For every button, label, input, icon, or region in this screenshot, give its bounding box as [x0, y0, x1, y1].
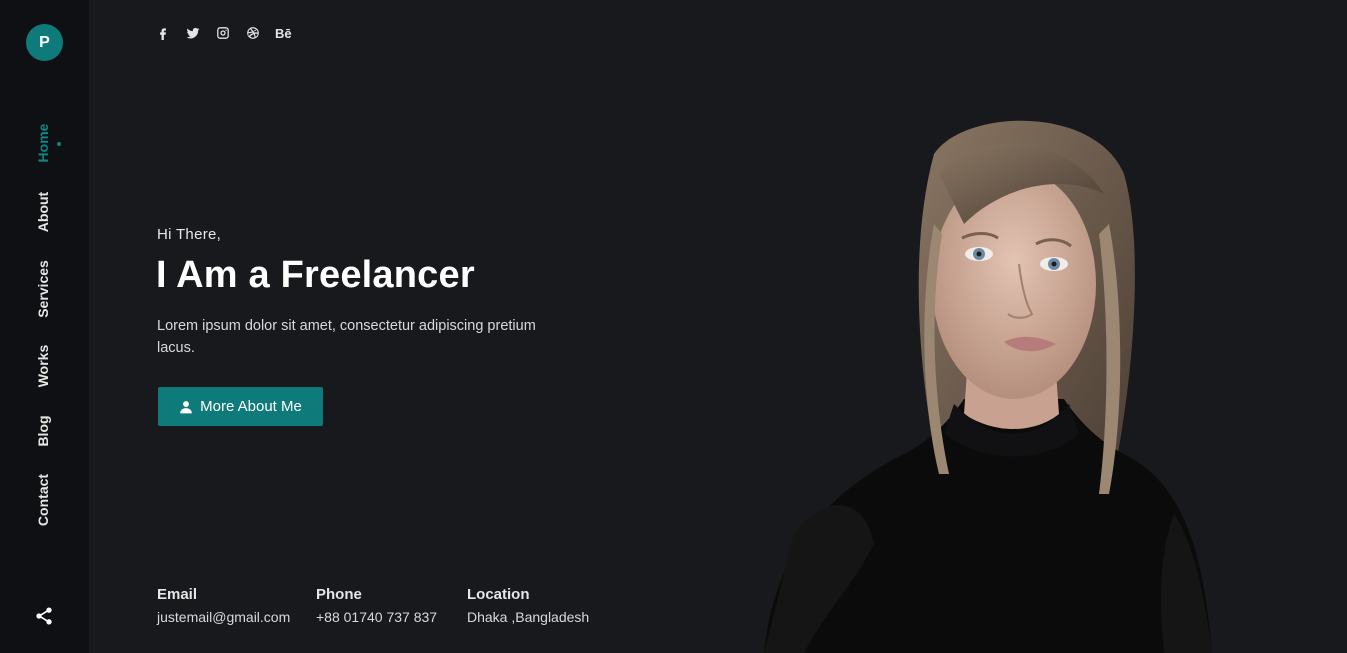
nav-item-home[interactable]: Home — [35, 124, 51, 163]
active-indicator-dot — [57, 142, 61, 146]
phone-value: +88 01740 737 837 — [316, 609, 438, 625]
behance-icon[interactable]: Bē — [275, 25, 292, 41]
hero-description: Lorem ipsum dolor sit amet, consectetur … — [157, 318, 536, 356]
user-icon — [180, 400, 192, 413]
more-about-me-button[interactable]: More About Me — [158, 387, 323, 426]
greeting-text: Hi There, — [157, 226, 222, 243]
nav-item-services[interactable]: Services — [35, 260, 51, 318]
more-about-me-label: More About Me — [200, 398, 302, 415]
portrait-image — [764, 120, 1212, 653]
share-icon[interactable] — [34, 606, 54, 626]
email-info: Email justemail@gmail.com — [157, 586, 290, 625]
phone-info: Phone +88 01740 737 837 — [316, 586, 437, 625]
location-value: Dhaka ,Bangladesh — [467, 609, 590, 625]
facebook-icon[interactable] — [155, 25, 171, 41]
location-label: Location — [467, 586, 530, 603]
twitter-icon[interactable] — [185, 25, 201, 41]
location-info: Location Dhaka ,Bangladesh — [467, 586, 589, 625]
email-label: Email — [157, 586, 198, 603]
nav-item-works[interactable]: Works — [35, 345, 51, 388]
nav-item-blog[interactable]: Blog — [35, 415, 51, 446]
sidebar: P Home About Services Works Blog Contact — [0, 0, 89, 653]
instagram-icon[interactable] — [215, 25, 231, 41]
email-value: justemail@gmail.com — [157, 609, 291, 625]
logo[interactable]: P — [26, 24, 63, 61]
nav-item-about[interactable]: About — [35, 192, 51, 232]
social-links: Bē — [155, 25, 292, 41]
dribbble-icon[interactable] — [245, 25, 261, 41]
nav-item-contact[interactable]: Contact — [35, 474, 51, 526]
page-title: I Am a Freelancer — [156, 254, 475, 296]
phone-label: Phone — [316, 586, 362, 603]
